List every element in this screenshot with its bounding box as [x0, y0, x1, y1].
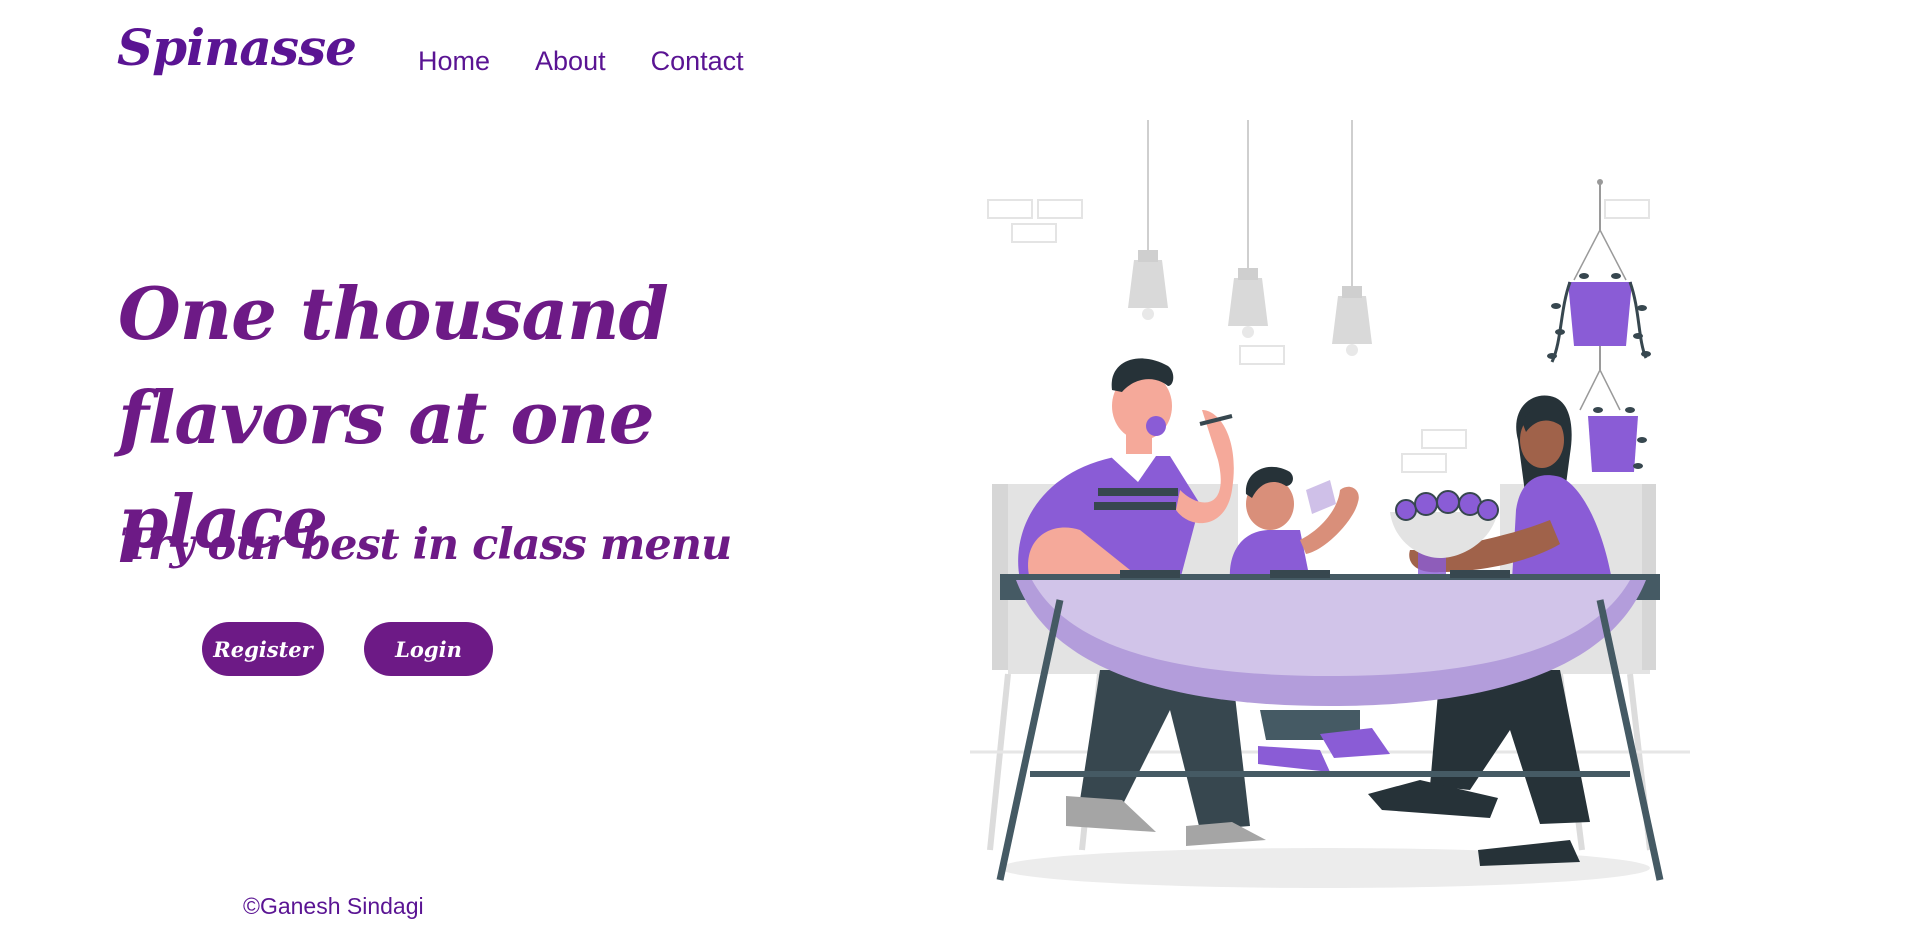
pendant-lamps — [1128, 120, 1372, 356]
register-button[interactable]: Register — [202, 622, 324, 676]
nav-contact-link[interactable]: Contact — [651, 46, 744, 77]
family-dining-illustration — [970, 120, 1690, 888]
father-cup — [1148, 534, 1174, 576]
login-button[interactable]: Login — [364, 622, 493, 676]
nav-about-link[interactable]: About — [535, 46, 606, 77]
hero-subtitle: Try our best in class menu — [120, 520, 732, 570]
landing-page: Spinasse Home About Contact One thousand… — [0, 0, 1920, 942]
brand-logo[interactable]: Spinasse — [117, 18, 357, 77]
nav-home-link[interactable]: Home — [418, 46, 490, 77]
main-nav: Home About Contact — [418, 46, 744, 77]
footer-credit: ©Ganesh Sindagi — [243, 893, 424, 919]
